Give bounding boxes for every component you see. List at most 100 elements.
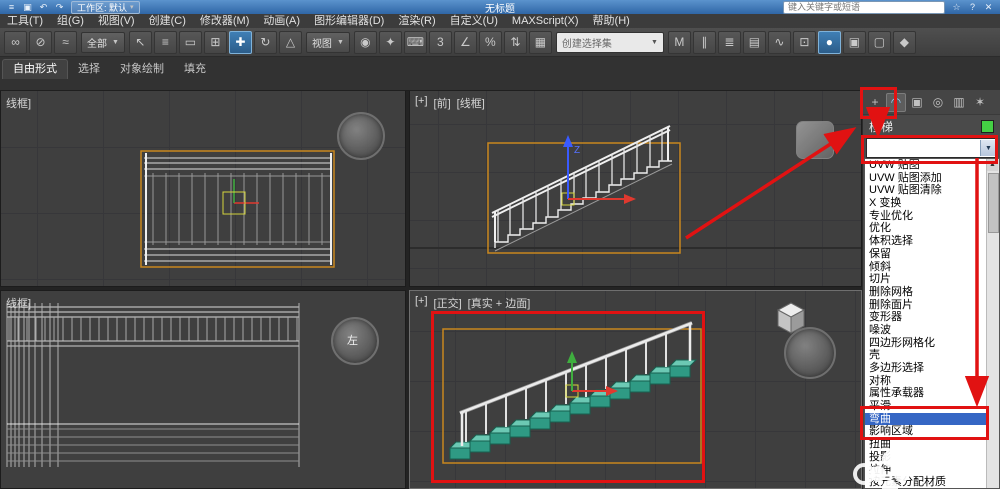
curve-editor-icon[interactable]: ∿ — [767, 30, 791, 54]
unlink-selection-icon[interactable]: ⊘ — [29, 30, 52, 54]
modifier-item[interactable]: 体积选择 — [865, 235, 987, 248]
layer-manager-icon[interactable]: ≣ — [717, 30, 741, 54]
modifier-list-scrollbar[interactable]: ▲ — [986, 159, 999, 488]
workspace-selector[interactable]: 工作区: 默认 ▾ — [71, 0, 140, 14]
modifier-item[interactable]: 倾斜 — [865, 261, 987, 274]
menu-item[interactable]: 动画(A) — [256, 14, 307, 28]
select-and-scale-icon[interactable]: △ — [278, 30, 302, 54]
percent-snap-icon[interactable]: % — [478, 30, 502, 54]
modifier-item[interactable]: UVW 贴图添加 — [865, 172, 987, 185]
menu-item[interactable]: 组(G) — [50, 14, 91, 28]
modifier-item[interactable]: 专业优化 — [865, 210, 987, 223]
select-and-manipulate-icon[interactable]: ✦ — [378, 30, 402, 54]
scroll-up-icon[interactable]: ▲ — [987, 159, 998, 171]
motion-tab-icon[interactable]: ◎ — [928, 93, 948, 112]
select-and-rotate-icon[interactable]: ↻ — [253, 30, 277, 54]
help-icon[interactable]: ? — [966, 1, 979, 13]
viewport-menu-label[interactable]: [+] — [415, 295, 428, 311]
modifier-item[interactable]: 投影 — [865, 451, 987, 464]
menu-item[interactable]: 创建(C) — [142, 14, 193, 28]
modifier-item[interactable]: 切片 — [865, 273, 987, 286]
rectangular-selection-region-icon[interactable]: ▭ — [178, 30, 202, 54]
edit-named-selection-sets-icon[interactable]: ▦ — [528, 30, 552, 54]
modifier-item[interactable]: 删除面片 — [865, 299, 987, 312]
modifier-item[interactable]: 按元素分配材质 — [865, 476, 987, 488]
viewcube-gizmo[interactable] — [796, 121, 834, 159]
viewport-top-left[interactable]: 线框] — [0, 90, 406, 287]
create-tab-icon[interactable]: + — [865, 93, 885, 112]
render-setup-icon[interactable]: ▣ — [842, 30, 866, 54]
modifier-item[interactable]: 多边形选择 — [865, 362, 987, 375]
ribbon-tab-freeform[interactable]: 自由形式 — [2, 59, 68, 79]
modifier-item[interactable]: 变形器 — [865, 311, 987, 324]
viewport-shading-label[interactable]: 线框] — [6, 95, 31, 111]
viewcube-left-label[interactable]: 左 — [347, 332, 358, 348]
viewport-view-label[interactable]: [正交] — [434, 295, 462, 311]
viewport-bottom-left[interactable]: 线框] 左 — [0, 290, 406, 489]
ribbon-tab-selection[interactable]: 选择 — [68, 60, 110, 79]
snap-toggle-3d-icon[interactable]: 3 — [428, 30, 452, 54]
modifier-item[interactable]: X 变换 — [865, 197, 987, 210]
modifier-item[interactable]: 优化 — [865, 222, 987, 235]
reference-coordinate-dropdown[interactable]: 视图 ▼ — [305, 31, 350, 53]
scrollbar-thumb[interactable] — [988, 173, 999, 233]
render-icon[interactable]: ◆ — [892, 30, 916, 54]
viewport-bottom-right[interactable]: [+] [正交] [真实 + 边面] — [409, 290, 862, 489]
material-editor-icon[interactable]: ● — [817, 30, 841, 54]
undo-icon[interactable]: ↶ — [37, 1, 50, 13]
search-input[interactable] — [783, 0, 945, 14]
keyboard-override-icon[interactable]: ⌨ — [403, 30, 427, 54]
window-crossing-icon[interactable]: ⊞ — [203, 30, 227, 54]
modify-tab-icon[interactable]: ◠ — [886, 92, 906, 112]
ribbon-tab-populate[interactable]: 填充 — [174, 60, 216, 79]
modifier-item[interactable]: 拉伸 — [865, 464, 987, 477]
modifier-list-dropdown[interactable]: ▼ — [866, 138, 997, 158]
menu-item[interactable]: 自定义(U) — [443, 14, 505, 28]
menu-item[interactable]: 图形编辑器(D) — [307, 14, 391, 28]
viewport-view-label[interactable]: [前] — [434, 95, 451, 111]
modifier-item[interactable]: UVW 贴图清除 — [865, 184, 987, 197]
named-selection-combo[interactable]: 创建选择集 ▼ — [555, 31, 664, 53]
select-by-name-icon[interactable]: ≡ — [153, 30, 177, 54]
viewport-shading-label[interactable]: 线框] — [6, 295, 31, 311]
schematic-view-icon[interactable]: ⊡ — [792, 30, 816, 54]
spinner-snap-icon[interactable]: ⇅ — [503, 30, 527, 54]
object-color-swatch[interactable] — [981, 119, 994, 133]
modifier-item[interactable]: 弯曲 — [865, 412, 987, 426]
utilities-tab-icon[interactable]: ✶ — [970, 93, 990, 112]
save-icon[interactable]: ▣ — [21, 1, 34, 13]
menu-item[interactable]: MAXScript(X) — [505, 14, 586, 28]
menu-item[interactable]: 工具(T) — [0, 14, 50, 28]
modifier-item[interactable]: 平滑 — [865, 400, 987, 413]
select-and-link-icon[interactable]: ∞ — [4, 30, 27, 54]
menu-item[interactable]: 视图(V) — [91, 14, 142, 28]
viewport-shading-label[interactable]: [真实 + 边面] — [468, 295, 531, 311]
viewcube-gizmo[interactable] — [784, 327, 836, 379]
mirror-icon[interactable]: M — [667, 30, 691, 54]
redo-icon[interactable]: ↷ — [53, 1, 66, 13]
bind-to-space-warp-icon[interactable]: ≈ — [54, 30, 77, 54]
angle-snap-icon[interactable]: ∠ — [453, 30, 477, 54]
viewport-top-right[interactable]: [+] [前] [线框] Z — [409, 90, 862, 287]
ribbon-tab-object-paint[interactable]: 对象绘制 — [110, 60, 174, 79]
rendered-frame-icon[interactable]: ▢ — [867, 30, 891, 54]
viewport-menu-label[interactable]: [+] — [415, 95, 428, 111]
modifier-item[interactable]: 壳 — [865, 349, 987, 362]
modifier-item[interactable]: 四边形网格化 — [865, 337, 987, 350]
ribbon-toggle-icon[interactable]: ▤ — [742, 30, 766, 54]
selection-filter-dropdown[interactable]: 全部 ▼ — [81, 31, 125, 53]
modifier-item[interactable]: 影响区域 — [865, 425, 987, 438]
select-object-icon[interactable]: ↖ — [128, 30, 152, 54]
app-menu-icon[interactable]: ≡ — [5, 1, 18, 13]
select-and-move-icon[interactable]: ✚ — [228, 30, 252, 54]
menu-item[interactable]: 修改器(M) — [193, 14, 257, 28]
modifier-item[interactable]: 对称 — [865, 375, 987, 388]
hierarchy-tab-icon[interactable]: ▣ — [907, 93, 927, 112]
chevron-down-icon[interactable]: ▼ — [980, 140, 996, 156]
modifier-item[interactable]: 扭曲 — [865, 438, 987, 451]
menu-item[interactable]: 帮助(H) — [586, 14, 637, 28]
align-icon[interactable]: ∥ — [692, 30, 716, 54]
modifier-item[interactable]: 噪波 — [865, 324, 987, 337]
display-tab-icon[interactable]: ▥ — [949, 93, 969, 112]
close-icon[interactable]: ✕ — [982, 1, 995, 13]
